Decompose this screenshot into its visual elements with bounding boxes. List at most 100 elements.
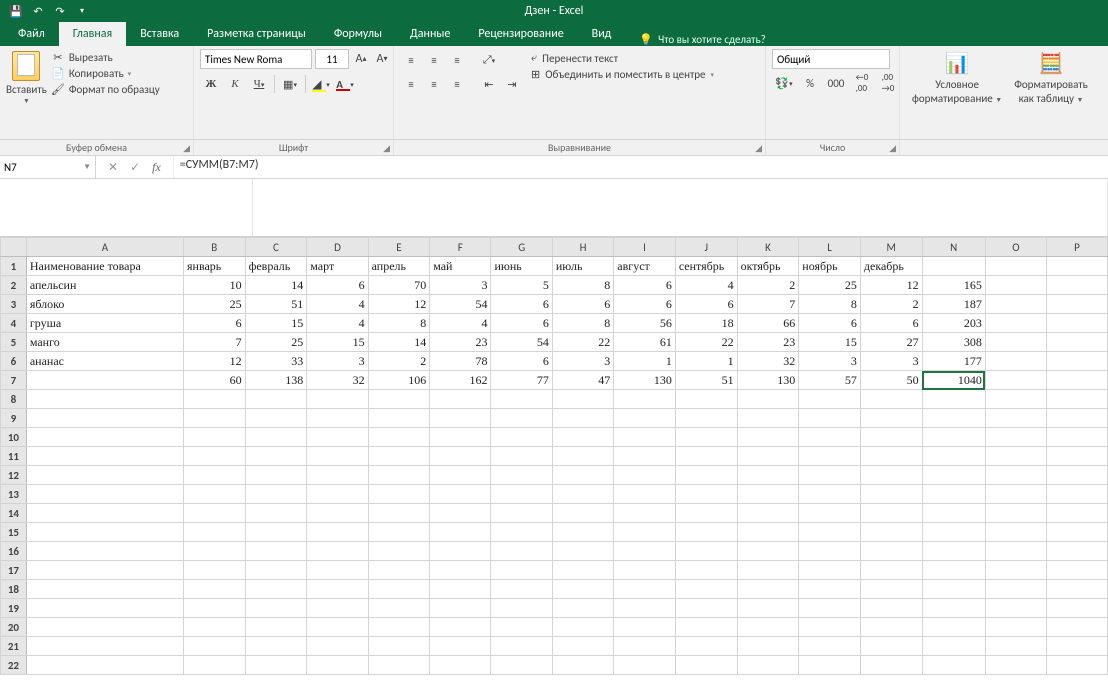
cell[interactable] [430,390,491,409]
cell[interactable]: 47 [552,371,613,390]
cell[interactable] [307,656,368,675]
cell[interactable] [26,466,183,485]
wrap-text-button[interactable]: ⤶Перенести текст [531,51,714,65]
cell[interactable] [552,599,613,618]
cell[interactable] [26,390,183,409]
cell[interactable]: 15 [799,333,861,352]
cell[interactable]: январь [184,257,246,276]
cell[interactable] [922,257,985,276]
cell[interactable]: 7 [737,295,799,314]
cell[interactable] [184,447,246,466]
accounting-format-button[interactable]: 💱▾ [772,72,796,94]
cell[interactable] [1046,352,1107,371]
row-header[interactable]: 8 [1,390,27,409]
cell[interactable] [307,504,368,523]
select-all-corner[interactable] [1,238,27,257]
cell[interactable] [985,485,1046,504]
row-header[interactable]: 3 [1,295,27,314]
cell[interactable] [491,637,552,656]
row-header[interactable]: 17 [1,561,27,580]
cell[interactable] [1046,333,1107,352]
cell[interactable]: 162 [430,371,491,390]
cell[interactable]: 27 [860,333,922,352]
cell[interactable]: июль [552,257,613,276]
cell[interactable] [675,466,737,485]
cell[interactable] [799,523,861,542]
cell[interactable] [985,504,1046,523]
cell[interactable] [430,561,491,580]
format-painter-button[interactable]: 🖌Формат по образцу [51,83,160,96]
cell[interactable] [860,618,922,637]
cell[interactable] [1046,447,1107,466]
cell[interactable] [184,523,246,542]
cell[interactable] [1046,580,1107,599]
cell[interactable] [368,447,430,466]
column-header[interactable]: M [860,238,922,257]
cell[interactable] [491,390,552,409]
cell[interactable]: 138 [245,371,307,390]
cell[interactable] [1046,542,1107,561]
cell[interactable] [552,580,613,599]
cell[interactable] [245,656,307,675]
cell[interactable] [799,428,861,447]
row-header[interactable]: 5 [1,333,27,352]
align-right-button[interactable]: ≡ [446,73,468,95]
cell[interactable] [1046,276,1107,295]
cell[interactable] [922,580,985,599]
cell[interactable]: 22 [675,333,737,352]
cell[interactable] [860,637,922,656]
cell[interactable] [860,447,922,466]
cell[interactable] [307,485,368,504]
cell[interactable] [368,466,430,485]
cell[interactable] [985,333,1046,352]
cell[interactable] [1046,428,1107,447]
column-header[interactable]: L [799,238,861,257]
cell[interactable] [552,618,613,637]
tab-view[interactable]: Вид [578,22,626,46]
cell[interactable]: яблоко [26,295,183,314]
cell[interactable] [307,447,368,466]
cell[interactable]: 130 [614,371,676,390]
grow-font-button[interactable]: A▴ [352,49,370,69]
cell[interactable] [430,656,491,675]
cell[interactable] [245,637,307,656]
cell[interactable] [614,656,676,675]
cell[interactable] [799,599,861,618]
cell[interactable] [614,409,676,428]
tab-file[interactable]: Файл [4,22,59,46]
column-header[interactable]: J [675,238,737,257]
tab-home[interactable]: Главная [59,22,126,46]
cell[interactable] [26,485,183,504]
cell[interactable]: 1040 [922,371,985,390]
column-header[interactable]: B [184,238,246,257]
save-icon[interactable]: 💾 [8,3,24,19]
cell[interactable]: 6 [491,314,552,333]
enter-formula-icon[interactable]: ✓ [130,160,140,175]
cell[interactable]: 25 [184,295,246,314]
cell[interactable] [184,580,246,599]
row-header[interactable]: 12 [1,466,27,485]
cell[interactable] [860,542,922,561]
tab-review[interactable]: Рецензирование [464,22,577,46]
cell[interactable]: 78 [430,352,491,371]
cell[interactable]: 15 [307,333,368,352]
cell[interactable]: Наименование товара [26,257,183,276]
cell[interactable] [1046,371,1107,390]
cell[interactable] [368,485,430,504]
cell[interactable] [860,390,922,409]
cell[interactable] [922,618,985,637]
cell[interactable] [675,485,737,504]
cell[interactable] [307,618,368,637]
cell[interactable]: 23 [430,333,491,352]
cell[interactable] [184,637,246,656]
cell[interactable]: 54 [491,333,552,352]
cell[interactable]: 25 [799,276,861,295]
cell[interactable] [430,523,491,542]
cell[interactable]: 203 [922,314,985,333]
cell[interactable]: 106 [368,371,430,390]
cell[interactable] [675,390,737,409]
cell[interactable] [675,637,737,656]
row-header[interactable]: 4 [1,314,27,333]
row-header[interactable]: 16 [1,542,27,561]
cell[interactable] [985,371,1046,390]
